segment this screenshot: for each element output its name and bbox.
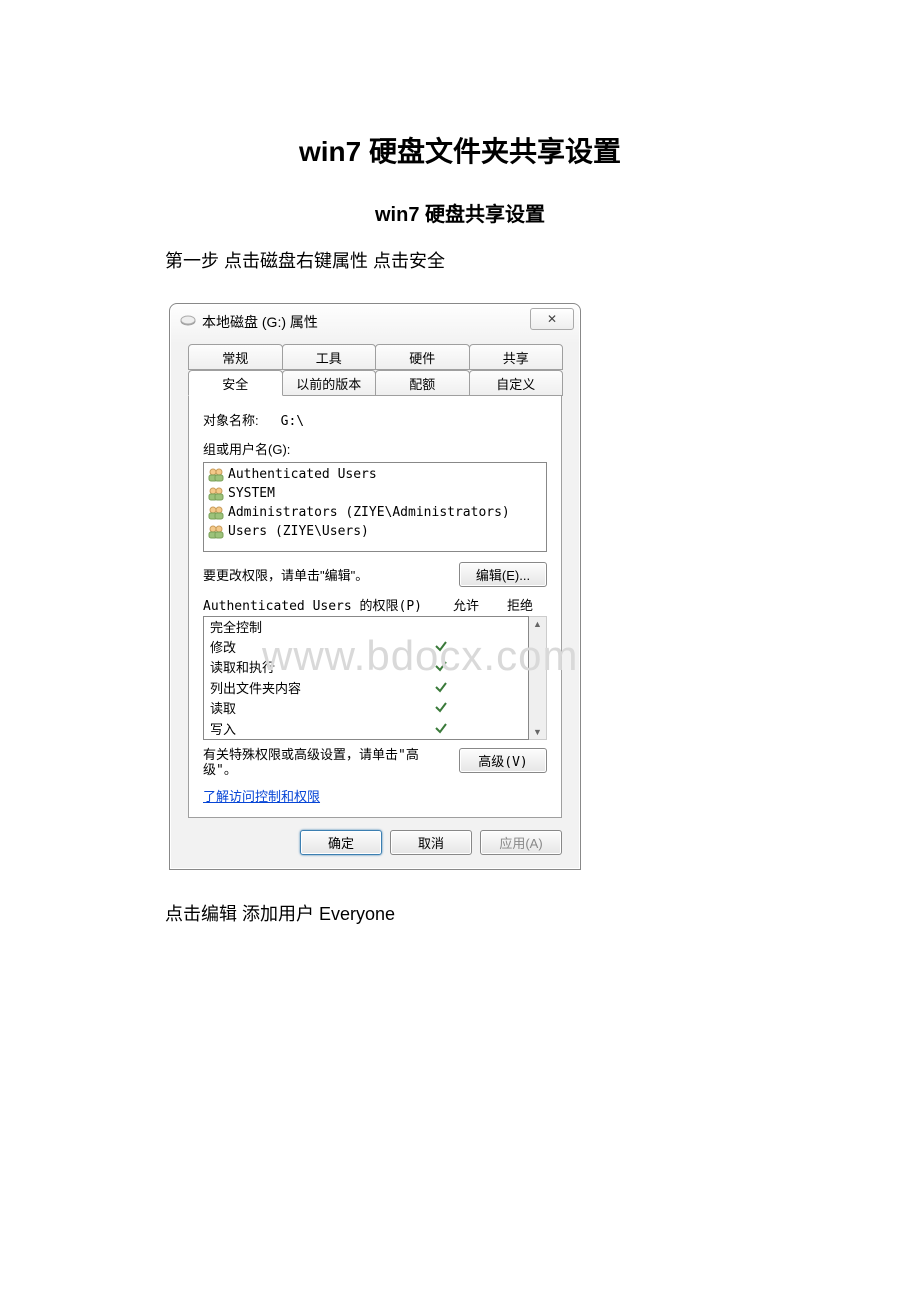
object-name-value: G:\ bbox=[281, 414, 304, 429]
properties-dialog: www.bdocx.com 本地磁盘 (G:) 属性 ✕ 常规 工具 硬件 共享… bbox=[169, 303, 581, 870]
object-name-row: 对象名称: G:\ bbox=[203, 410, 547, 429]
step-1-note: 点击编辑 添加用户 Everyone bbox=[165, 900, 755, 926]
check-icon bbox=[434, 721, 448, 735]
permission-name: 写入 bbox=[210, 721, 414, 741]
close-button[interactable]: ✕ bbox=[530, 308, 574, 330]
scrollbar[interactable]: ▲ ▼ bbox=[529, 616, 547, 740]
tab-tools[interactable]: 工具 bbox=[282, 344, 377, 370]
user-name: Authenticated Users bbox=[228, 465, 377, 484]
permission-row: 读取和执行 bbox=[204, 659, 528, 680]
check-icon bbox=[434, 659, 448, 673]
step-1-text: 第一步 点击磁盘右键属性 点击安全 bbox=[165, 247, 755, 273]
allow-cell bbox=[414, 639, 468, 660]
tab-strip: 常规 工具 硬件 共享 安全 以前的版本 配额 自定义 bbox=[188, 344, 562, 396]
permission-name: 修改 bbox=[210, 639, 414, 660]
permission-name: 列出文件夹内容 bbox=[210, 680, 414, 701]
permission-row: 写入 bbox=[204, 721, 528, 741]
page-title: win7 硬盘文件夹共享设置 bbox=[165, 130, 755, 170]
user-name: Users (ZIYE\Users) bbox=[228, 522, 369, 541]
permission-row: 列出文件夹内容 bbox=[204, 680, 528, 701]
deny-cell bbox=[468, 700, 522, 721]
dialog-title: 本地磁盘 (G:) 属性 bbox=[202, 312, 570, 332]
check-icon bbox=[434, 639, 448, 653]
deny-cell bbox=[468, 659, 522, 680]
allow-cell bbox=[414, 619, 468, 639]
allow-cell bbox=[414, 659, 468, 680]
ok-button[interactable]: 确定 bbox=[300, 830, 382, 855]
object-name-label: 对象名称: bbox=[203, 410, 277, 429]
title-bar: 本地磁盘 (G:) 属性 ✕ bbox=[170, 304, 580, 338]
list-item[interactable]: Administrators (ZIYE\Administrators) bbox=[204, 503, 546, 522]
advanced-hint: 有关特殊权限或高级设置，请单击"高级"。 bbox=[203, 748, 459, 778]
users-icon bbox=[208, 468, 224, 482]
permission-name: 读取和执行 bbox=[210, 659, 414, 680]
edit-button[interactable]: 编辑(E)... bbox=[459, 562, 547, 587]
disk-icon bbox=[180, 315, 196, 330]
cancel-button[interactable]: 取消 bbox=[390, 830, 472, 855]
permission-name: 完全控制 bbox=[210, 619, 414, 639]
learn-permissions-link[interactable]: 了解访问控制和权限 bbox=[203, 786, 320, 805]
users-listbox[interactable]: Authenticated Users SYSTEM Administrator… bbox=[203, 462, 547, 552]
deny-cell bbox=[468, 639, 522, 660]
users-icon bbox=[208, 525, 224, 539]
advanced-button[interactable]: 高级(V) bbox=[459, 748, 547, 773]
group-users-label: 组或用户名(G): bbox=[203, 439, 547, 458]
tab-general[interactable]: 常规 bbox=[188, 344, 283, 370]
tab-customize[interactable]: 自定义 bbox=[469, 370, 564, 396]
users-icon bbox=[208, 487, 224, 501]
permissions-listbox: 完全控制修改读取和执行列出文件夹内容读取写入 bbox=[203, 616, 529, 740]
apply-button[interactable]: 应用(A) bbox=[480, 830, 562, 855]
tab-content-security: 对象名称: G:\ 组或用户名(G): Authenticated Users … bbox=[188, 396, 562, 818]
allow-cell bbox=[414, 680, 468, 701]
users-icon bbox=[208, 506, 224, 520]
scroll-down-icon[interactable]: ▼ bbox=[533, 727, 542, 737]
deny-cell bbox=[468, 680, 522, 701]
user-name: Administrators (ZIYE\Administrators) bbox=[228, 503, 510, 522]
allow-cell bbox=[414, 700, 468, 721]
allow-cell bbox=[414, 721, 468, 741]
check-icon bbox=[434, 680, 448, 694]
permissions-label: Authenticated Users 的权限(P) bbox=[203, 595, 439, 614]
edit-hint: 要更改权限，请单击"编辑"。 bbox=[203, 565, 368, 584]
list-item[interactable]: SYSTEM bbox=[204, 484, 546, 503]
tab-quota[interactable]: 配额 bbox=[375, 370, 470, 396]
tab-previous-versions[interactable]: 以前的版本 bbox=[282, 370, 377, 396]
permission-row: 修改 bbox=[204, 639, 528, 660]
deny-column-header: 拒绝 bbox=[493, 595, 547, 614]
permission-row: 完全控制 bbox=[204, 619, 528, 639]
tab-sharing[interactable]: 共享 bbox=[469, 344, 564, 370]
tab-security[interactable]: 安全 bbox=[188, 370, 283, 396]
deny-cell bbox=[468, 619, 522, 639]
permission-row: 读取 bbox=[204, 700, 528, 721]
scroll-up-icon[interactable]: ▲ bbox=[533, 619, 542, 629]
deny-cell bbox=[468, 721, 522, 741]
allow-column-header: 允许 bbox=[439, 595, 493, 614]
list-item[interactable]: Authenticated Users bbox=[204, 465, 546, 484]
tab-hardware[interactable]: 硬件 bbox=[375, 344, 470, 370]
check-icon bbox=[434, 700, 448, 714]
page-subtitle: win7 硬盘共享设置 bbox=[165, 198, 755, 227]
permission-name: 读取 bbox=[210, 700, 414, 721]
list-item[interactable]: Users (ZIYE\Users) bbox=[204, 522, 546, 541]
user-name: SYSTEM bbox=[228, 484, 275, 503]
